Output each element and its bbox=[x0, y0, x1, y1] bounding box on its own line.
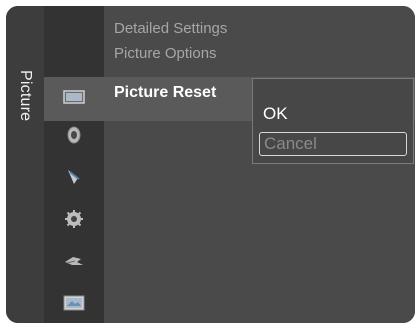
cancel-option[interactable]: Cancel bbox=[259, 132, 407, 156]
ok-option[interactable]: OK bbox=[259, 103, 407, 127]
menu-title-strip bbox=[6, 6, 44, 323]
tv-screen: Picture Detailed Settings Picture Option… bbox=[0, 0, 420, 329]
menu-title: Picture bbox=[17, 70, 34, 122]
category-icon-column bbox=[44, 6, 104, 323]
settings-panel: Picture Detailed Settings Picture Option… bbox=[6, 6, 415, 323]
menu-item-detailed-settings[interactable]: Detailed Settings bbox=[114, 20, 227, 37]
input-icon[interactable] bbox=[60, 250, 88, 272]
setup-icon[interactable] bbox=[60, 208, 88, 230]
menu-item-picture-reset[interactable]: Picture Reset bbox=[114, 84, 216, 102]
channel-icon[interactable] bbox=[60, 166, 88, 188]
sound-icon[interactable] bbox=[60, 124, 88, 146]
menu-item-picture-options[interactable]: Picture Options bbox=[114, 45, 217, 62]
picture-icon[interactable] bbox=[60, 86, 88, 108]
application-icon[interactable] bbox=[60, 292, 88, 314]
reset-confirm-popup: OK Cancel bbox=[252, 78, 414, 164]
